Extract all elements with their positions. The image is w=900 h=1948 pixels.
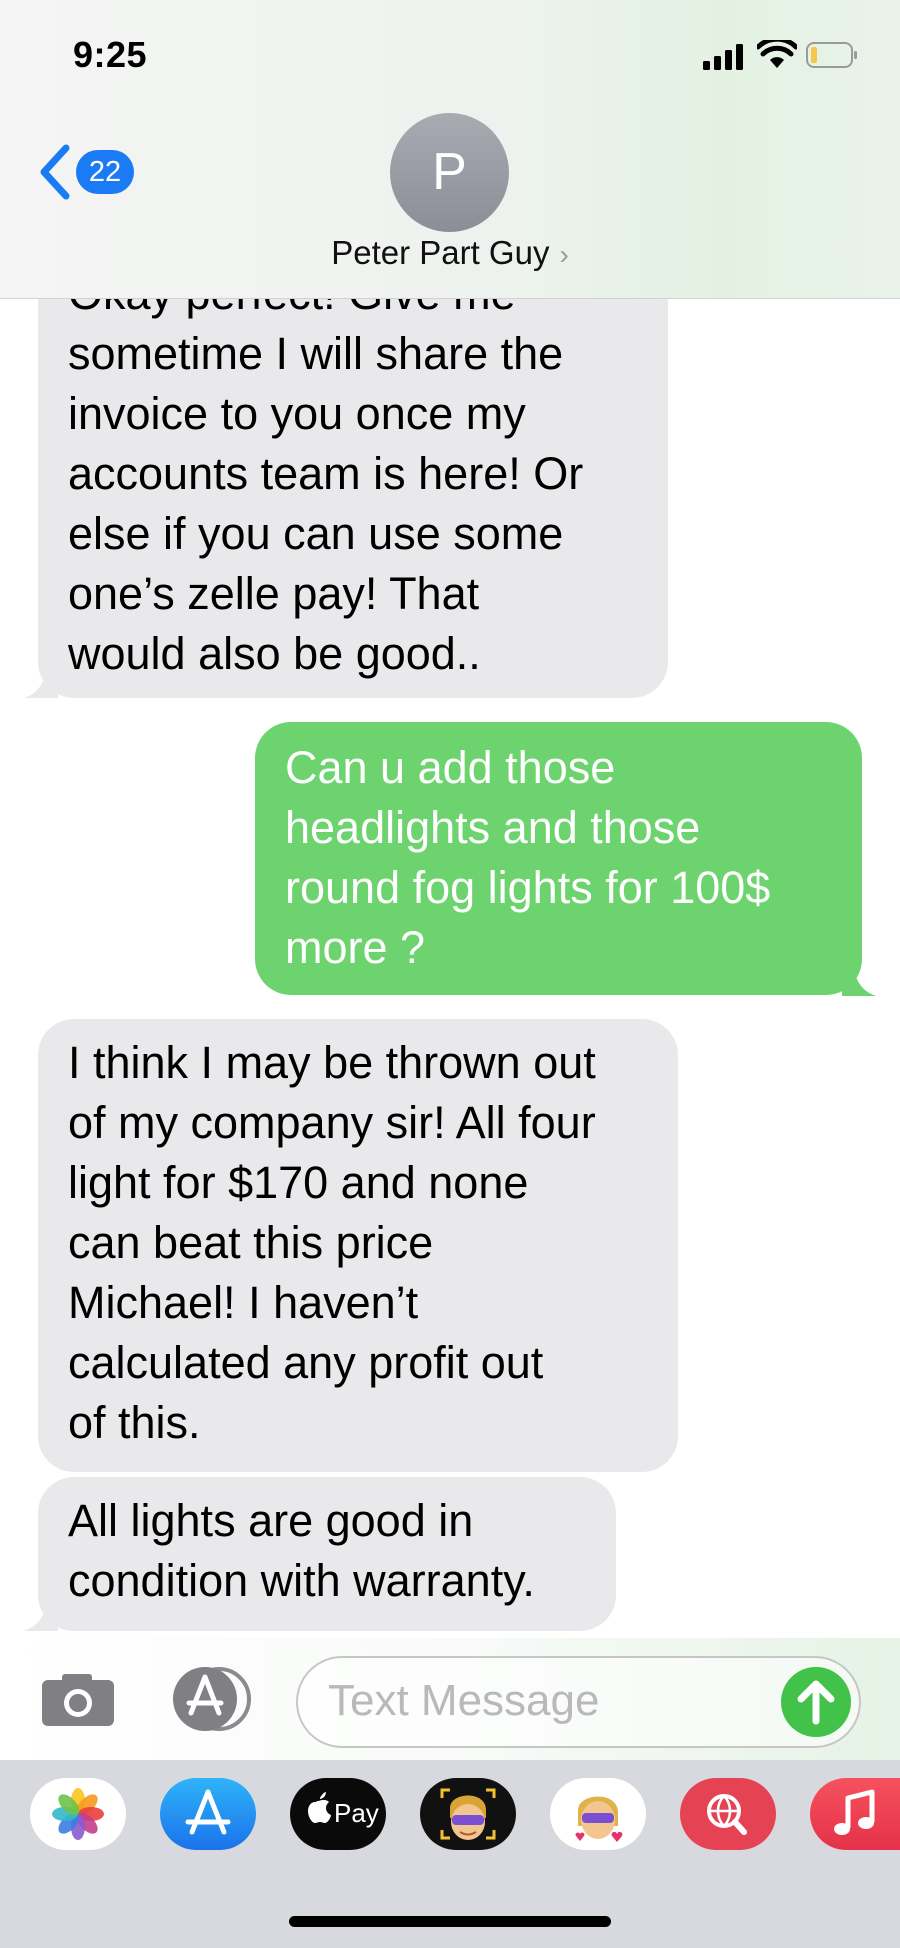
conversation-header: 9:25 22 P Peter Part Guy › <box>0 0 900 299</box>
home-indicator[interactable] <box>289 1916 611 1927</box>
message-line: invoice to you once my <box>68 388 526 439</box>
globe-search-icon[interactable] <box>680 1778 776 1850</box>
message-line: light for $170 and none <box>68 1157 529 1208</box>
bubble-tail <box>24 672 58 698</box>
contact-avatar[interactable]: P <box>390 113 509 232</box>
message-line: round fog lights for 100$ <box>285 862 771 913</box>
status-time: 9:25 <box>73 34 148 75</box>
unread-count-badge[interactable]: 22 <box>76 150 134 194</box>
message-line: accounts team is here! Or <box>68 448 584 499</box>
message-bubble-outgoing[interactable]: Can u add those headlights and those rou… <box>255 722 862 995</box>
app-store-icon[interactable] <box>160 1778 256 1850</box>
apple-pay-icon[interactable]: Pay <box>290 1778 386 1850</box>
message-bubble-incoming[interactable]: Okay perfect! Give me sometime I will sh… <box>38 232 668 698</box>
contact-name: Peter Part Guy <box>331 234 550 271</box>
message-input[interactable]: Text Message <box>296 1656 861 1748</box>
arrow-up-icon <box>797 1680 835 1725</box>
message-bubble-incoming[interactable]: All lights are good in condition with wa… <box>38 1477 616 1631</box>
message-line: All lights are good in <box>68 1495 474 1546</box>
message-input-placeholder: Text Message <box>328 1676 600 1725</box>
message-line: Can u add those <box>285 742 616 793</box>
back-chevron-icon[interactable] <box>36 142 76 202</box>
app-store-apps-icon[interactable] <box>167 1665 253 1733</box>
message-line: else if you can use some <box>68 508 564 559</box>
message-line: would also be good.. <box>68 628 481 679</box>
chevron-right-icon: › <box>559 239 569 270</box>
music-icon[interactable] <box>810 1778 900 1850</box>
memoji-stickers-icon[interactable] <box>550 1778 646 1850</box>
apple-pay-label: Pay <box>334 1798 379 1828</box>
cellular-signal-icon <box>703 44 745 70</box>
message-line: can beat this price <box>68 1217 434 1268</box>
message-line: I think I may be thrown out <box>68 1037 596 1088</box>
message-line: one’s zelle pay! That <box>68 568 480 619</box>
memoji-icon[interactable] <box>420 1778 516 1850</box>
bubble-tail <box>842 970 876 996</box>
battery-icon <box>806 42 857 68</box>
camera-icon[interactable] <box>40 1672 116 1728</box>
contact-name-button[interactable]: Peter Part Guy › <box>0 234 900 272</box>
wifi-icon <box>757 40 797 68</box>
bubble-tail <box>24 1605 58 1631</box>
message-line: of this. <box>68 1397 201 1448</box>
message-line: Michael! I haven’t <box>68 1277 419 1328</box>
message-line: sometime I will share the <box>68 328 564 379</box>
message-line: of my company sir! All four <box>68 1097 596 1148</box>
message-line: calculated any profit out <box>68 1337 544 1388</box>
message-line: headlights and those <box>285 802 701 853</box>
message-line: condition with warranty. <box>68 1555 535 1606</box>
message-bubble-incoming[interactable]: I think I may be thrown out of my compan… <box>38 1019 678 1472</box>
photos-icon[interactable] <box>30 1778 126 1850</box>
message-line: more ? <box>285 922 426 973</box>
send-button[interactable] <box>781 1667 851 1737</box>
